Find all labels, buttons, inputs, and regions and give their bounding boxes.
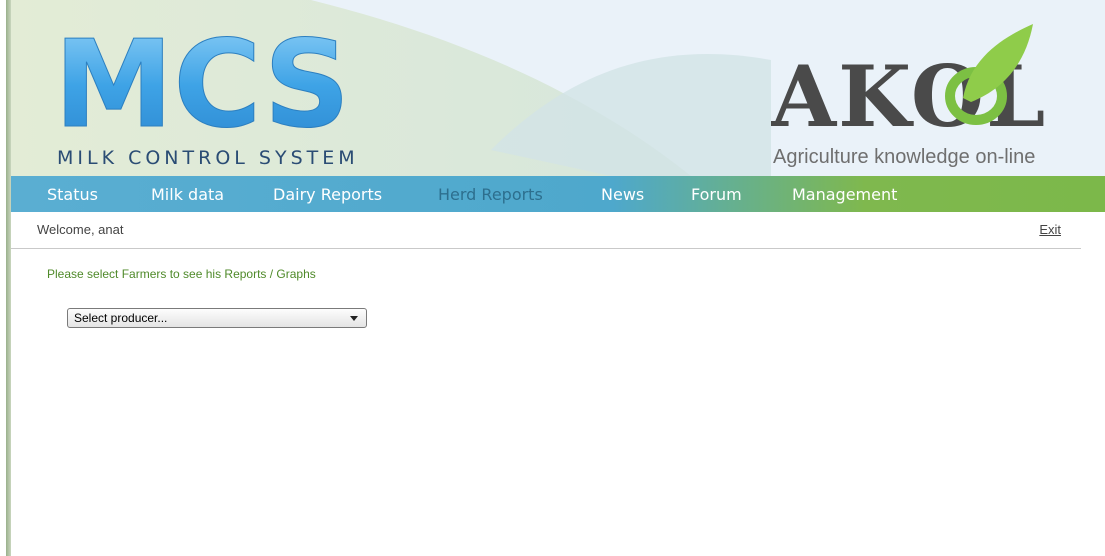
nav-status[interactable]: Status (47, 185, 98, 204)
nav-herd-reports[interactable]: Herd Reports (438, 185, 543, 204)
header-banner: MCS MILK CONTROL SYSTEM AKOL Agriculture… (11, 0, 1105, 176)
nav-dairy-reports[interactable]: Dairy Reports (273, 185, 382, 204)
chevron-down-icon (350, 316, 358, 321)
svg-text:MCS: MCS (54, 18, 350, 148)
producer-select-value: Select producer... (74, 311, 168, 325)
welcome-message: Welcome, anat (37, 222, 124, 237)
producer-select[interactable]: Select producer... (67, 308, 367, 328)
page: MCS MILK CONTROL SYSTEM AKOL Agriculture… (11, 0, 1105, 556)
akol-tagline: Agriculture knowledge on-line (773, 146, 1036, 168)
mcs-subtitle: MILK CONTROL SYSTEM (57, 147, 359, 169)
main-nav: Status Milk data Dairy Reports Herd Repo… (11, 176, 1105, 212)
nav-management[interactable]: Management (792, 185, 897, 204)
user-bar: Welcome, anat Exit (11, 212, 1081, 249)
mcs-logo: MCS (54, 16, 364, 156)
nav-milk-data[interactable]: Milk data (151, 185, 224, 204)
exit-link[interactable]: Exit (1039, 222, 1061, 237)
akol-logo: AKOL (770, 16, 1091, 149)
nav-forum[interactable]: Forum (691, 185, 742, 204)
instruction-text: Please select Farmers to see his Reports… (47, 267, 316, 281)
nav-news[interactable]: News (601, 185, 644, 204)
